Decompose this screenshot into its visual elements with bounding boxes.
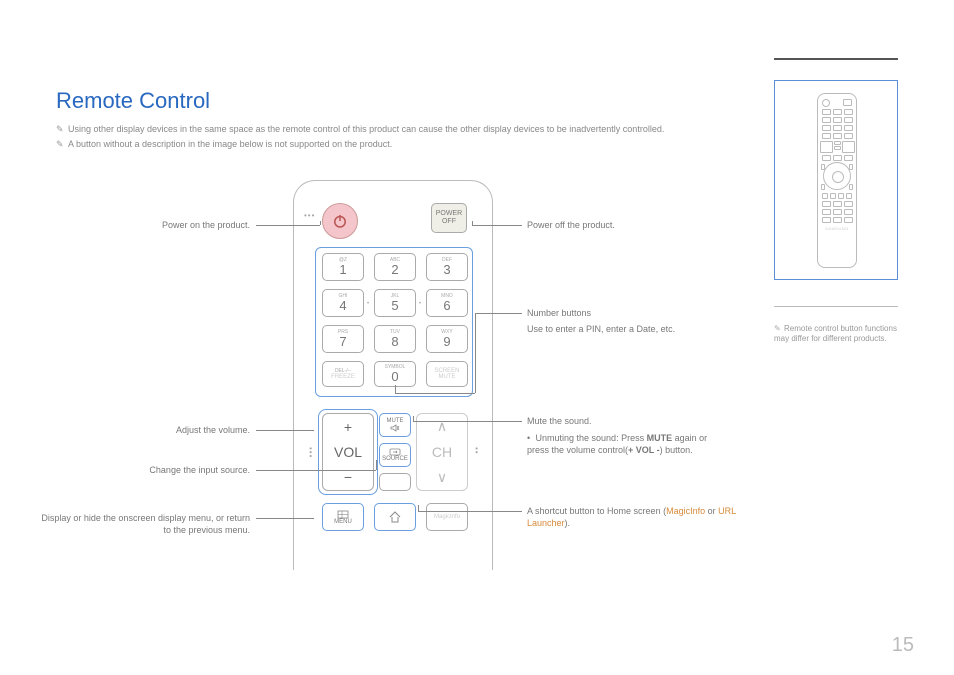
sidebar-note: ✎Remote control button functions may dif… xyxy=(774,324,898,345)
sidebar-rule xyxy=(774,306,898,307)
label-shortcut: A shortcut button to Home screen (MagicI… xyxy=(527,505,737,529)
mute-button: MUTE xyxy=(379,413,411,437)
sidebar-top-rule xyxy=(774,58,898,60)
power-off-button: POWER OFF xyxy=(431,203,467,233)
number-keypad-group: @Z1 ABC2 DEF3 GHI4 JKL5 MNO6 • • PRS7 TU… xyxy=(315,247,473,397)
label-number-body: Use to enter a PIN, enter a Date, etc. xyxy=(527,323,675,335)
label-change-source: Change the input source. xyxy=(60,464,250,476)
note-1: ✎Using other display devices in the same… xyxy=(56,124,664,135)
mini-remote-box: SAMSUNG xyxy=(774,80,898,280)
label-number-head: Number buttons xyxy=(527,307,591,319)
label-power-on: Power on the product. xyxy=(60,219,250,231)
blank-middle-button xyxy=(379,473,411,491)
home-button xyxy=(374,503,416,531)
mini-remote: SAMSUNG xyxy=(817,93,857,268)
label-adjust-volume: Adjust the volume. xyxy=(60,424,250,436)
menu-button: MENU xyxy=(322,503,364,531)
magicinfo-button: MagicInfo xyxy=(426,503,468,531)
page-title: Remote Control xyxy=(56,88,210,114)
power-on-button xyxy=(322,203,358,239)
label-mute-body: • Unmuting the sound: Press MUTE again o… xyxy=(527,432,717,456)
label-menu: Display or hide the onscreen display men… xyxy=(40,512,250,536)
volume-rocker: +VOL− xyxy=(322,413,374,491)
page-number: 15 xyxy=(892,634,914,657)
label-mute-head: Mute the sound. xyxy=(527,415,592,427)
channel-rocker: ∧CH∨ xyxy=(416,413,468,491)
source-button: SOURCE xyxy=(379,443,411,467)
label-power-off: Power off the product. xyxy=(527,219,615,231)
note-2: ✎A button without a description in the i… xyxy=(56,139,392,150)
